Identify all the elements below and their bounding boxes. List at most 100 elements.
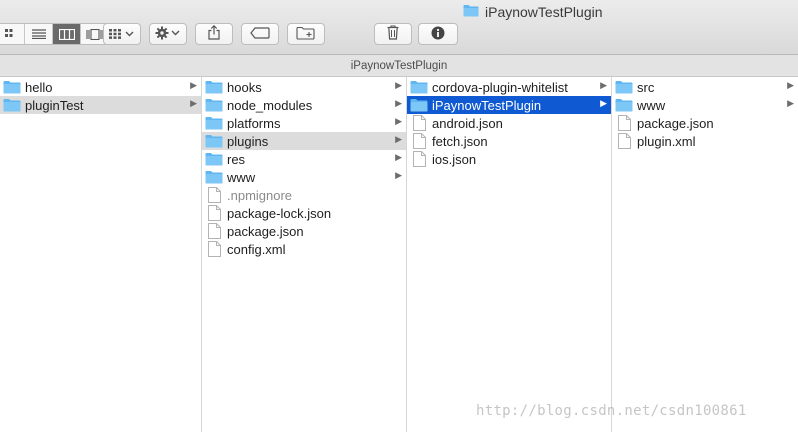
finder-column-4[interactable]: src ▶ www ▶ package.json plugin.xml — [612, 77, 798, 432]
item-name: hooks — [227, 79, 262, 95]
column-view-icon[interactable] — [53, 24, 81, 44]
folder-row[interactable]: src ▶ — [612, 78, 798, 96]
item-name: ios.json — [432, 151, 477, 167]
folder-icon — [410, 97, 428, 113]
item-name: package-lock.json — [227, 205, 332, 221]
folder-icon — [205, 169, 223, 185]
folder-row[interactable]: cordova-plugin-whitelist ▶ — [407, 78, 611, 96]
item-name: res — [227, 151, 246, 167]
folder-icon — [3, 97, 21, 113]
group-button[interactable] — [103, 23, 141, 45]
new-folder-icon — [296, 26, 316, 43]
item-name: plugins — [227, 133, 269, 149]
folder-row[interactable]: node_modules ▶ — [202, 96, 406, 114]
folder-row[interactable]: www ▶ — [202, 168, 406, 186]
disclosure-arrow-icon: ▶ — [395, 98, 402, 108]
window-title-text: iPaynowTestPlugin — [485, 4, 603, 20]
item-name: config.xml — [227, 241, 286, 257]
folder-row[interactable]: hello ▶ — [0, 78, 201, 96]
file-icon — [205, 223, 223, 239]
folder-row[interactable]: pluginTest ▶ — [0, 96, 201, 114]
item-name: android.json — [432, 115, 503, 131]
folder-icon — [410, 79, 428, 95]
disclosure-arrow-icon: ▶ — [395, 80, 402, 90]
item-name: platforms — [227, 115, 281, 131]
item-name: hello — [25, 79, 53, 95]
item-name: www — [637, 97, 666, 113]
disclosure-arrow-icon: ▶ — [600, 80, 607, 90]
file-icon — [410, 151, 428, 167]
window-title: iPaynowTestPlugin — [463, 3, 603, 21]
file-icon — [615, 115, 633, 131]
folder-icon — [205, 151, 223, 167]
info-icon — [431, 26, 445, 43]
file-icon — [205, 187, 223, 203]
item-name: fetch.json — [432, 133, 488, 149]
share-button[interactable] — [195, 23, 233, 45]
item-name: node_modules — [227, 97, 313, 113]
trash-button[interactable] — [374, 23, 412, 45]
disclosure-arrow-icon: ▶ — [395, 152, 402, 162]
file-row[interactable]: config.xml — [202, 240, 406, 258]
watermark: http://blog.csdn.net/csdn100861 — [476, 403, 747, 419]
action-button[interactable] — [149, 23, 187, 45]
info-button[interactable] — [418, 23, 458, 45]
file-row[interactable]: package.json — [612, 114, 798, 132]
disclosure-arrow-icon: ▶ — [395, 170, 402, 180]
file-row[interactable]: package-lock.json — [202, 204, 406, 222]
folder-icon — [3, 79, 21, 95]
folder-row[interactable]: platforms ▶ — [202, 114, 406, 132]
folder-icon — [615, 79, 633, 95]
file-icon — [410, 133, 428, 149]
view-mode-segmented-control[interactable] — [0, 23, 110, 45]
folder-icon — [205, 79, 223, 95]
disclosure-arrow-icon: ▶ — [395, 116, 402, 126]
folder-icon — [205, 97, 223, 113]
new-folder-button[interactable] — [287, 23, 325, 45]
path-bar-title: iPaynowTestPlugin — [350, 59, 448, 72]
disclosure-arrow-icon: ▶ — [190, 80, 197, 90]
item-name: cordova-plugin-whitelist — [432, 79, 568, 95]
folder-row[interactable]: res ▶ — [202, 150, 406, 168]
finder-column-3[interactable]: cordova-plugin-whitelist ▶ iPaynowTestPlug… — [407, 77, 612, 432]
gear-icon — [155, 26, 181, 43]
item-name: package.json — [637, 115, 714, 131]
folder-icon — [615, 97, 633, 113]
file-row[interactable]: android.json — [407, 114, 611, 132]
finder-column-1[interactable]: hello ▶ pluginTest ▶ — [0, 77, 202, 432]
item-name: package.json — [227, 223, 304, 239]
folder-row[interactable]: iPaynowTestPlugin ▶ — [407, 96, 611, 114]
disclosure-arrow-icon: ▶ — [190, 98, 197, 108]
disclosure-arrow-icon: ▶ — [787, 80, 794, 90]
file-row[interactable]: .npmignore — [202, 186, 406, 204]
folder-row[interactable]: plugins ▶ — [202, 132, 406, 150]
folder-icon — [463, 4, 479, 20]
item-name: plugin.xml — [637, 133, 696, 149]
folder-icon — [205, 133, 223, 149]
finder-column-2[interactable]: hooks ▶ node_modules ▶ platforms ▶ plugins ▶ res… — [202, 77, 407, 432]
item-name: src — [637, 79, 655, 95]
item-name: iPaynowTestPlugin — [432, 97, 542, 113]
toolbar: iPaynowTestPlugin — [0, 0, 798, 55]
item-name: .npmignore — [227, 187, 293, 203]
icon-view-icon[interactable] — [0, 24, 25, 44]
file-icon — [205, 241, 223, 257]
folder-row[interactable]: hooks ▶ — [202, 78, 406, 96]
file-icon — [410, 115, 428, 131]
file-row[interactable]: fetch.json — [407, 132, 611, 150]
item-name: www — [227, 169, 256, 185]
file-row[interactable]: plugin.xml — [612, 132, 798, 150]
folder-row[interactable]: www ▶ — [612, 96, 798, 114]
file-icon — [205, 205, 223, 221]
file-icon — [615, 133, 633, 149]
file-row[interactable]: ios.json — [407, 150, 611, 168]
trash-icon — [387, 25, 399, 43]
list-view-icon[interactable] — [25, 24, 53, 44]
disclosure-arrow-icon: ▶ — [395, 134, 402, 144]
tags-button[interactable] — [241, 23, 279, 45]
disclosure-arrow-icon: ▶ — [600, 98, 607, 108]
tag-icon — [250, 26, 270, 42]
folder-icon — [205, 115, 223, 131]
disclosure-arrow-icon: ▶ — [787, 98, 794, 108]
file-row[interactable]: package.json — [202, 222, 406, 240]
